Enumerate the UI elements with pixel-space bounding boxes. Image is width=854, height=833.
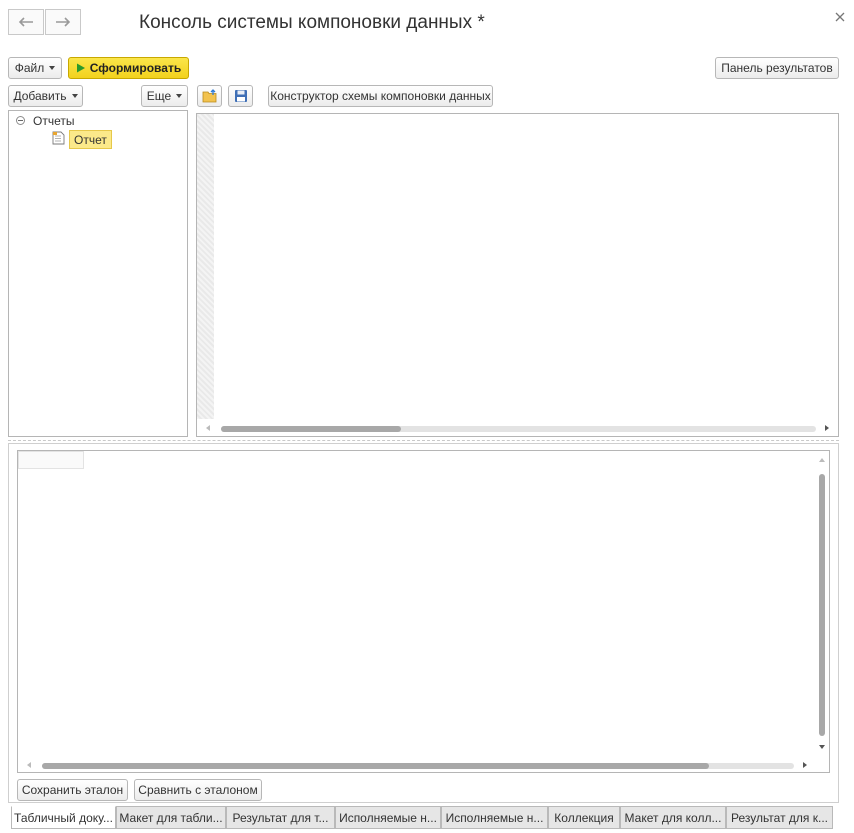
- tab-label: Исполняемые н...: [339, 810, 437, 825]
- more-label: Еще: [146, 89, 172, 103]
- forward-button[interactable]: [45, 9, 81, 35]
- save-file-button[interactable]: [228, 85, 253, 107]
- compare-reference-button[interactable]: Сравнить с эталоном: [134, 779, 262, 801]
- add-button[interactable]: Добавить: [8, 85, 83, 107]
- add-label: Добавить: [13, 89, 67, 103]
- file-menu-label: Файл: [14, 61, 45, 75]
- spreadsheet-document[interactable]: [17, 450, 830, 773]
- tree-root-label: Отчеты: [33, 114, 75, 128]
- schema-constructor-button[interactable]: Конструктор схемы компоновки данных: [268, 85, 493, 107]
- scroll-left-icon[interactable]: [27, 762, 31, 768]
- tab-template-for-collection[interactable]: Макет для колл...: [620, 806, 726, 829]
- open-folder-icon: [202, 89, 216, 103]
- vscroll-thumb[interactable]: [819, 474, 825, 736]
- tab-collection[interactable]: Коллекция: [548, 806, 620, 829]
- save-reference-button[interactable]: Сохранить эталон: [17, 779, 128, 801]
- arrow-left-icon: [18, 17, 33, 27]
- scroll-left-icon[interactable]: [206, 425, 210, 431]
- save-disk-icon: [234, 90, 247, 102]
- spreadsheet-hscrollbar[interactable]: [18, 758, 816, 772]
- spreadsheet-vscrollbar[interactable]: [816, 451, 829, 756]
- editor-hscrollbar[interactable]: [197, 421, 838, 435]
- chevron-down-icon: [176, 94, 183, 98]
- arrow-right-icon: [56, 17, 71, 27]
- more-button[interactable]: Еще: [141, 85, 188, 107]
- file-menu-button[interactable]: Файл: [8, 57, 62, 79]
- open-file-button[interactable]: [197, 85, 222, 107]
- tab-executable-1[interactable]: Исполняемые н...: [335, 806, 441, 829]
- back-button[interactable]: [8, 9, 44, 35]
- editor-gutter: [197, 114, 214, 419]
- collapse-icon[interactable]: [16, 116, 25, 125]
- tab-result-for-collection[interactable]: Результат для к...: [726, 806, 833, 829]
- chevron-down-icon: [71, 94, 78, 98]
- results-panel-label: Панель результатов: [721, 61, 833, 75]
- tab-label: Коллекция: [554, 810, 614, 825]
- tree-child-item[interactable]: Отчет: [69, 130, 112, 149]
- scroll-down-icon[interactable]: [819, 745, 825, 749]
- panel-splitter[interactable]: [8, 440, 839, 441]
- chevron-down-icon: [49, 66, 56, 70]
- tree-child-label: Отчет: [74, 132, 107, 147]
- cell-selection: [18, 451, 84, 469]
- schema-editor-panel[interactable]: [196, 113, 839, 437]
- tab-result-for-table[interactable]: Результат для т...: [226, 806, 335, 829]
- close-icon[interactable]: [834, 11, 846, 23]
- compare-reference-label: Сравнить с эталоном: [138, 783, 258, 797]
- tab-label: Результат для к...: [731, 810, 828, 825]
- report-doc-icon: [52, 131, 65, 145]
- tab-executable-2[interactable]: Исполняемые н...: [441, 806, 548, 829]
- generate-button[interactable]: Сформировать: [68, 57, 189, 79]
- tab-spreadsheet-document[interactable]: Табличный доку...: [11, 806, 116, 829]
- scroll-right-icon[interactable]: [803, 762, 807, 768]
- tab-label: Макет для табли...: [119, 810, 223, 825]
- tab-label: Результат для т...: [232, 810, 329, 825]
- save-reference-label: Сохранить эталон: [21, 783, 124, 797]
- tab-label: Макет для колл...: [624, 810, 722, 825]
- schema-constructor-label: Конструктор схемы компоновки данных: [270, 89, 491, 103]
- scroll-up-icon[interactable]: [819, 458, 825, 462]
- play-icon: [76, 63, 85, 73]
- tab-label: Табличный доку...: [14, 810, 113, 825]
- hscroll-thumb[interactable]: [221, 426, 401, 432]
- tab-template-for-table[interactable]: Макет для табли...: [116, 806, 226, 829]
- hscroll-thumb[interactable]: [42, 763, 709, 769]
- generate-label: Сформировать: [89, 61, 182, 75]
- reports-tree-panel: Отчеты Отчет: [8, 110, 188, 437]
- window-title: Консоль системы компоновки данных *: [139, 12, 485, 33]
- tree-root-item[interactable]: Отчеты: [33, 114, 74, 128]
- tab-label: Исполняемые н...: [445, 810, 544, 825]
- results-panel-button[interactable]: Панель результатов: [715, 57, 839, 79]
- scroll-right-icon[interactable]: [825, 425, 829, 431]
